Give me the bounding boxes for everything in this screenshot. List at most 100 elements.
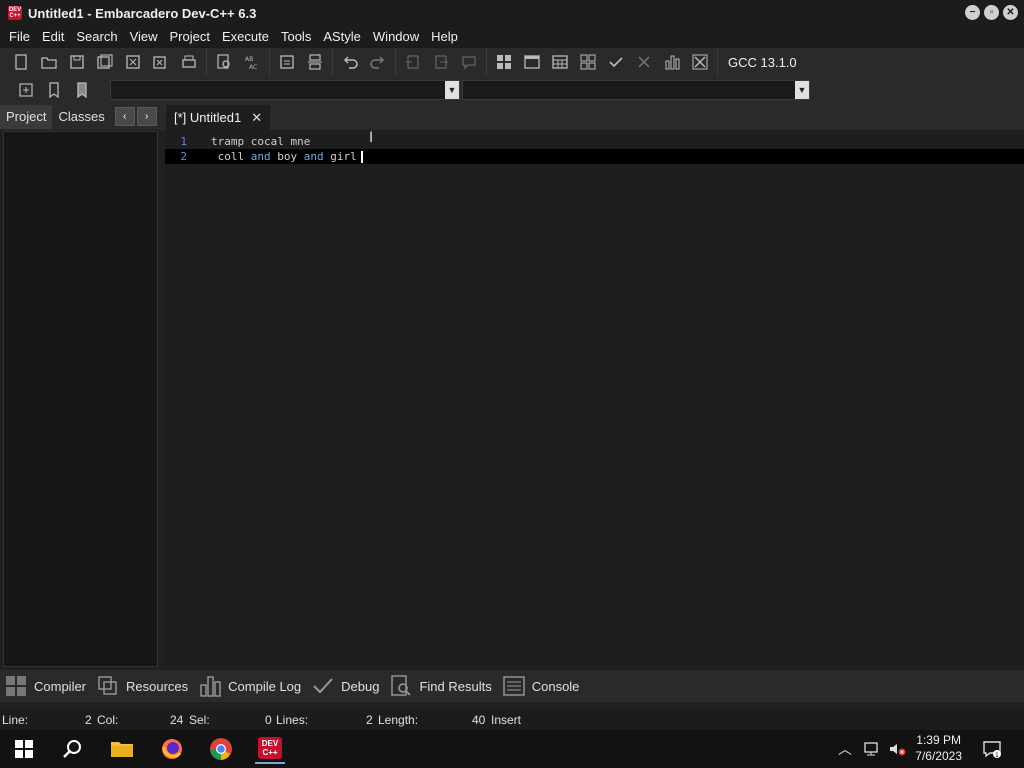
bar-chart-icon [665, 55, 680, 70]
menu-bar: File Edit Search View Project Execute To… [0, 26, 1024, 48]
tab-project[interactable]: Project [0, 104, 53, 129]
tab-debug[interactable]: Debug [311, 674, 379, 698]
toggle-bookmark-button[interactable] [41, 78, 67, 102]
network-icon[interactable] [862, 741, 880, 757]
file-explorer-icon [111, 742, 133, 757]
x-icon [638, 56, 650, 68]
chevron-left-icon: ‹ [123, 111, 127, 122]
menu-file[interactable]: File [3, 26, 36, 48]
window-title: Untitled1 - Embarcadero Dev-C++ 6.3 [28, 5, 257, 21]
svg-text:1: 1 [995, 752, 999, 759]
windows-start-icon [15, 740, 33, 758]
compile-log-chart-icon [200, 676, 221, 697]
menu-search[interactable]: Search [70, 26, 123, 48]
tab-classes[interactable]: Classes [52, 105, 110, 129]
layout-grid-button[interactable] [491, 50, 517, 74]
status-sel-value: 0 [265, 713, 272, 727]
status-length-value: 40 [472, 713, 486, 727]
new-file-button[interactable] [8, 50, 34, 74]
chrome-button[interactable] [206, 734, 236, 764]
close-icon: ✕ [1006, 7, 1015, 18]
debug-check-icon [313, 678, 333, 694]
menu-project[interactable]: Project [164, 26, 216, 48]
replace-icon: ABAC [245, 56, 257, 71]
code-editor[interactable]: 1 tramp cocal mne 2 coll and boy and gir… [165, 131, 1024, 667]
menu-window[interactable]: Window [367, 26, 425, 48]
print-button[interactable] [176, 50, 202, 74]
menu-astyle[interactable]: AStyle [317, 26, 367, 48]
start-button[interactable] [9, 734, 39, 764]
table-button[interactable] [547, 50, 573, 74]
notifications-button[interactable]: 1 [982, 730, 1002, 768]
insert-button[interactable] [13, 78, 39, 102]
main-toolbar: AB AC GCC 13.1.0 [0, 48, 1024, 76]
goto-bookmark-button[interactable] [69, 78, 95, 102]
chevron-up-icon[interactable]: ︿ [838, 739, 852, 759]
save-all-button[interactable] [92, 50, 118, 74]
taskbar-clock[interactable]: 1:39 PM 7/6/2023 [915, 732, 962, 764]
line-text: tramp cocal mne [211, 135, 311, 148]
devcpp-taskbar-button[interactable]: DEV C++ [255, 734, 285, 764]
close-file-button[interactable] [120, 50, 146, 74]
svg-text:AC: AC [249, 64, 257, 71]
close-all-button[interactable] [148, 50, 174, 74]
devcpp-icon: DEV C++ [258, 737, 282, 759]
tab-compile-log[interactable]: Compile Log [198, 674, 301, 698]
minimize-button[interactable]: − [965, 5, 980, 20]
compiler-select[interactable]: GCC 13.1.0 [728, 55, 797, 70]
file-explorer-button[interactable] [107, 734, 137, 764]
class-dropdown[interactable]: ▼ [110, 80, 460, 100]
new-project-button[interactable] [400, 50, 426, 74]
close-tab-icon[interactable]: ✕ [251, 110, 262, 126]
window-layout-button[interactable] [519, 50, 545, 74]
minimize-icon: − [969, 7, 976, 18]
unindent-icon [308, 54, 322, 70]
compile-button[interactable] [603, 50, 629, 74]
find-button[interactable] [211, 50, 237, 74]
tab-compiler[interactable]: Compiler [4, 674, 86, 698]
delete-profile-button[interactable] [687, 50, 713, 74]
menu-help[interactable]: Help [425, 26, 464, 48]
stop-button[interactable] [631, 50, 657, 74]
taskbar-search-button[interactable] [57, 734, 87, 764]
menu-view[interactable]: View [124, 26, 164, 48]
replace-button[interactable]: AB AC [239, 50, 265, 74]
clock-time: 1:39 PM [916, 733, 961, 747]
tab-console[interactable]: Console [502, 674, 579, 698]
close-file-icon [126, 55, 140, 69]
restore-button[interactable]: ▫ [984, 5, 999, 20]
next-tab-button[interactable]: › [136, 107, 157, 126]
unindent-button[interactable] [302, 50, 328, 74]
prev-tab-button[interactable]: ‹ [114, 107, 135, 126]
comment-button[interactable] [456, 50, 482, 74]
delete-grid-icon [692, 54, 708, 70]
open-button[interactable] [36, 50, 62, 74]
close-button[interactable]: ✕ [1003, 5, 1018, 20]
indent-icon [280, 55, 294, 69]
tab-find-results[interactable]: Find Results [389, 674, 492, 698]
chart-button[interactable] [659, 50, 685, 74]
redo-button[interactable] [365, 50, 391, 74]
tab-resources[interactable]: Resources [96, 674, 188, 698]
code-token: girl [323, 150, 357, 163]
member-dropdown[interactable]: ▼ [462, 80, 810, 100]
svg-text:AB: AB [245, 56, 253, 63]
modules-button[interactable] [575, 50, 601, 74]
save-button[interactable] [64, 50, 90, 74]
menu-tools[interactable]: Tools [275, 26, 317, 48]
chevron-down-icon: ▼ [795, 81, 809, 99]
remove-project-button[interactable] [428, 50, 454, 74]
firefox-button[interactable] [157, 734, 187, 764]
tab-untitled1[interactable]: [*] Untitled1 ✕ [166, 105, 271, 130]
chevron-down-icon: ▼ [445, 81, 459, 99]
undo-button[interactable] [337, 50, 363, 74]
menu-execute[interactable]: Execute [216, 26, 275, 48]
indent-button[interactable] [274, 50, 300, 74]
save-all-icon [97, 54, 113, 69]
status-lines-value: 2 [366, 713, 373, 727]
project-tree[interactable] [3, 131, 158, 667]
code-token: coll [211, 150, 251, 163]
menu-edit[interactable]: Edit [36, 26, 70, 48]
windows-taskbar: DEV C++ ︿ 1:39 PM 7/6/2023 1 [0, 730, 1024, 768]
volume-muted-icon[interactable] [888, 741, 906, 757]
